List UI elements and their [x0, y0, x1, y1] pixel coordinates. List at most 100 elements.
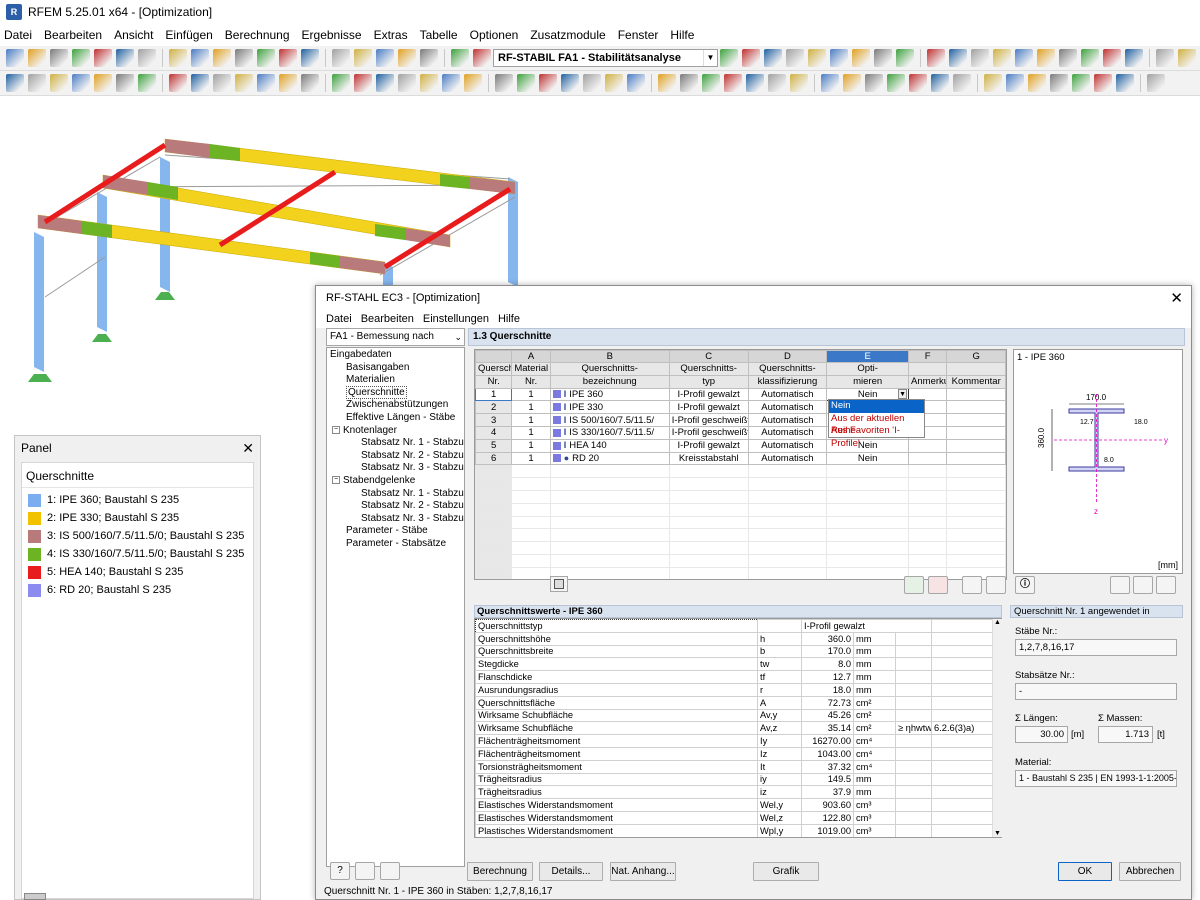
calculation-button[interactable]: Berechnung [467, 862, 533, 881]
tree-item[interactable]: Eingabedaten [327, 349, 464, 362]
toolbar-tool-icon[interactable] [790, 74, 808, 92]
empty-cell[interactable] [511, 464, 551, 479]
empty-cell[interactable] [946, 541, 1006, 555]
classification-cell[interactable]: Automatisch [747, 400, 828, 415]
panel-tab-icon[interactable] [24, 893, 46, 900]
toolbar-tool-icon[interactable] [279, 49, 297, 67]
toolbar-tool-icon[interactable] [94, 74, 112, 92]
classification-cell[interactable]: Automatisch [747, 451, 828, 466]
section-name-cell[interactable]: I IPE 330 [549, 400, 670, 415]
empty-cell[interactable] [826, 566, 910, 579]
toolbar-tool-icon[interactable] [949, 49, 967, 67]
tree-item[interactable]: Effektive Längen - Stäbe [327, 412, 464, 425]
menu-ansicht[interactable]: Ansicht [108, 28, 159, 42]
table-row[interactable]: 4 1 I IS 330/160/7.5/11.5/I-Profil geschwei… [475, 425, 1006, 440]
toolbar-tool-icon[interactable] [138, 74, 156, 92]
menu-zusatzmodule[interactable]: Zusatzmodule [524, 28, 611, 42]
material-field[interactable]: 1 - Baustahl S 235 | EN 1993-1-1:2005-0 [1015, 770, 1177, 787]
toolbar-tool-icon[interactable] [1028, 74, 1046, 92]
table-row[interactable]: 2 1 I IPE 330 I-Profil gewalzt Automatisch [475, 400, 1006, 415]
ok-button[interactable]: OK [1058, 862, 1112, 881]
empty-cell[interactable] [549, 528, 670, 543]
toolbar-tool-icon[interactable] [257, 74, 275, 92]
empty-cell[interactable] [549, 553, 670, 568]
toolbar-tool-icon[interactable] [768, 74, 786, 92]
toolbar-tool-icon[interactable] [213, 74, 231, 92]
toolbar-tool-icon[interactable] [720, 49, 738, 67]
tree-item[interactable]: Parameter - Stäbe [327, 525, 464, 538]
menu-optionen[interactable]: Optionen [464, 28, 525, 42]
toolbar-tool-icon[interactable] [50, 49, 68, 67]
menu-berechnung[interactable]: Berechnung [219, 28, 296, 42]
empty-cell[interactable] [908, 515, 948, 530]
toolbar-tool-icon[interactable] [235, 74, 253, 92]
support-icon[interactable] [155, 292, 175, 300]
empty-cell[interactable] [908, 464, 948, 479]
select-icon[interactable] [962, 576, 982, 594]
toolbar-tool-icon[interactable] [1015, 49, 1033, 67]
toolbar-tool-icon[interactable] [971, 49, 989, 67]
empty-cell[interactable] [747, 464, 828, 479]
beam-segment[interactable] [148, 182, 178, 200]
details-button[interactable]: Details... [539, 862, 603, 881]
empty-cell[interactable] [946, 502, 1006, 517]
toolbar-tool-icon[interactable] [191, 49, 209, 67]
toolbar-tool-icon[interactable] [72, 74, 90, 92]
optimize-option[interactable]: Aus der aktuellen Reihe [829, 413, 924, 437]
scroll-up-icon[interactable]: ▲ [993, 619, 1002, 626]
column[interactable] [160, 157, 170, 292]
empty-cell[interactable] [475, 566, 513, 579]
column-letter[interactable]: F [908, 350, 948, 363]
toolbar-tool-icon[interactable] [28, 74, 46, 92]
empty-cell[interactable] [668, 502, 749, 517]
zoom-icon[interactable] [1156, 576, 1176, 594]
toolbar-tool-icon[interactable] [605, 74, 623, 92]
empty-cell[interactable] [946, 477, 1006, 491]
toolbar-tool-icon[interactable] [398, 49, 416, 67]
comment-cell[interactable] [946, 438, 1006, 453]
toolbar-tool-icon[interactable] [354, 49, 372, 67]
empty-cell[interactable] [668, 464, 749, 479]
empty-cell[interactable] [549, 515, 670, 530]
toolbar-tool-icon[interactable] [301, 49, 319, 67]
empty-cell[interactable] [511, 553, 551, 568]
toolbar-tool-icon[interactable] [1116, 74, 1134, 92]
toolbar-tool-icon[interactable] [1125, 49, 1143, 67]
info-icon[interactable]: ⓘ [1015, 576, 1035, 594]
comment-cell[interactable] [946, 413, 1006, 427]
empty-cell[interactable] [511, 477, 551, 491]
toolbar-tool-icon[interactable] [376, 74, 394, 92]
beam-segment[interactable] [82, 221, 112, 238]
member-sets-field[interactable]: - [1015, 683, 1177, 700]
menu-einfügen[interactable]: Einfügen [159, 28, 218, 42]
tree-item[interactable]: Materialien [327, 374, 464, 387]
dimension-icon[interactable] [1110, 576, 1130, 594]
toolbar-tool-icon[interactable] [843, 74, 861, 92]
section-type-cell[interactable]: I-Profil geschweißt IS [668, 425, 749, 440]
toolbar-tool-icon[interactable] [1094, 74, 1112, 92]
empty-cell[interactable] [826, 477, 910, 491]
help-icon[interactable]: ? [330, 862, 350, 880]
toolbar-tool-icon[interactable] [72, 49, 90, 67]
table-row[interactable]: 1 1 I IPE 360 I-Profil gewalzt Automatisch Nei… [475, 387, 1006, 402]
toolbar-tool-icon[interactable] [398, 74, 416, 92]
toolbar-tool-icon[interactable] [420, 49, 438, 67]
chevron-down-icon[interactable]: ▼ [898, 389, 908, 399]
section-name-cell[interactable]: I IS 330/160/7.5/11.5/ [549, 425, 670, 440]
toolbar-tool-icon[interactable] [28, 49, 46, 67]
empty-cell[interactable] [747, 489, 828, 504]
toolbar-tool-icon[interactable] [1037, 49, 1055, 67]
toolbar-tool-icon[interactable] [539, 74, 557, 92]
toolbar-tool-icon[interactable] [257, 49, 275, 67]
empty-cell[interactable] [908, 489, 948, 504]
menu-ergebnisse[interactable]: Ergebnisse [296, 28, 368, 42]
collapse-icon[interactable]: − [332, 476, 340, 485]
beam-haunch[interactable] [340, 256, 385, 274]
empty-cell[interactable] [908, 541, 948, 555]
tree-item[interactable]: Stabsatz Nr. 2 - Stabzug 2 [327, 500, 464, 513]
toolbar-tool-icon[interactable] [1147, 74, 1165, 92]
empty-cell[interactable] [747, 553, 828, 568]
toolbar-tool-icon[interactable] [993, 49, 1011, 67]
remark-cell[interactable] [908, 438, 948, 453]
menu-tabelle[interactable]: Tabelle [414, 28, 464, 42]
